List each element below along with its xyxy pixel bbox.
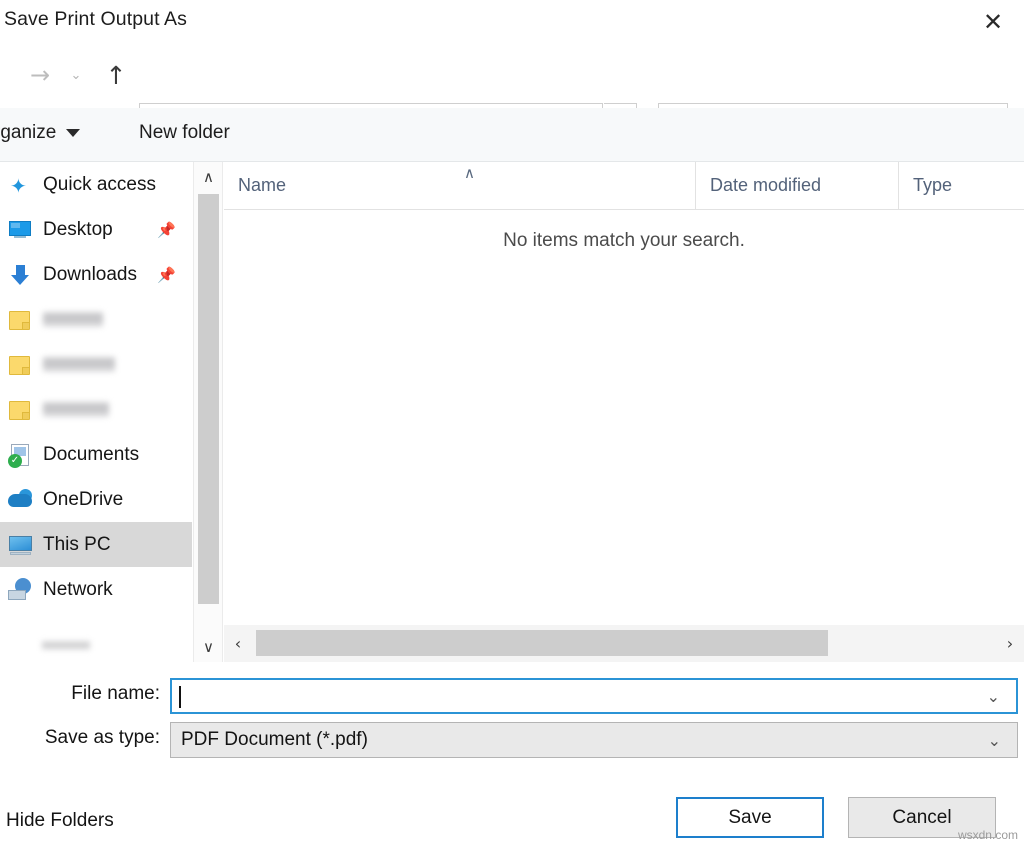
new-folder-label: New folder [139, 122, 230, 143]
arrow-up-icon: ↑ [106, 63, 127, 88]
command-bar: rganize New folder ? [0, 108, 1024, 162]
onedrive-icon [8, 487, 34, 513]
sidebar-item-label: Desktop [43, 219, 113, 241]
title-bar: Save Print Output As ✕ [0, 0, 1024, 46]
organize-label: rganize [0, 122, 56, 144]
scroll-up-button[interactable]: ∧ [194, 162, 223, 192]
chevron-down-icon [66, 129, 80, 137]
sidebar-item-redacted-folder[interactable] [0, 297, 192, 342]
sidebar-item-label: This PC [43, 534, 111, 556]
hide-folders-button[interactable]: Hide Folders [6, 810, 114, 832]
sidebar-item-label: Downloads [43, 264, 137, 286]
save-as-type-label: Save as type: [0, 727, 160, 749]
column-header-type[interactable]: Type [898, 162, 1024, 209]
recent-locations-button[interactable]: ⌄ [62, 55, 90, 95]
redacted-label [43, 402, 109, 417]
up-button[interactable]: ↑ [96, 55, 136, 95]
folder-icon [8, 352, 34, 378]
redacted-label [43, 357, 115, 372]
scroll-left-button[interactable]: ‹ [224, 625, 252, 661]
navigation-pane: ✦ Quick access Desktop 📌 Downloads 📌 ✓ D… [0, 162, 192, 662]
column-header-date-modified[interactable]: Date modified [695, 162, 898, 209]
column-header-row: Name ∧ Date modified Type [224, 162, 1024, 210]
star-icon: ✦ [8, 172, 34, 198]
new-folder-button[interactable]: New folder [139, 122, 230, 144]
sidebar-item-this-pc[interactable]: This PC [0, 522, 192, 567]
sidebar-item-downloads[interactable]: Downloads 📌 [0, 252, 192, 297]
sidebar-item-partial-icon [10, 636, 32, 650]
save-button[interactable]: Save [676, 797, 824, 838]
sidebar-item-documents[interactable]: ✓ Documents [0, 432, 192, 477]
file-name-input[interactable]: ⌄ [170, 678, 1018, 714]
save-as-type-select[interactable]: PDF Document (*.pdf) ⌄ [170, 722, 1018, 758]
organize-button[interactable]: rganize [0, 122, 80, 144]
sidebar-item-label: Documents [43, 444, 139, 466]
folder-icon [8, 397, 34, 423]
text-cursor [179, 686, 181, 708]
folder-icon [8, 307, 34, 333]
chevron-down-icon[interactable]: ⌄ [987, 687, 1000, 706]
scrollbar-thumb[interactable] [198, 194, 219, 604]
download-icon [8, 262, 34, 288]
navigation-bar: → ⌄ ↑ › This PC › Desktop ⌄ ↻ [0, 46, 1024, 104]
chevron-down-icon: ⌄ [71, 69, 82, 82]
sidebar-item-label: Quick access [43, 174, 156, 196]
scroll-down-button[interactable]: ∨ [194, 632, 223, 662]
sidebar-item-redacted-folder[interactable] [0, 342, 192, 387]
redacted-label [43, 312, 103, 327]
sidebar-item-onedrive[interactable]: OneDrive [0, 477, 192, 522]
pin-icon: 📌 [157, 266, 176, 284]
chevron-down-icon[interactable]: ⌄ [988, 731, 1001, 750]
scroll-right-button[interactable]: › [996, 625, 1024, 661]
sidebar-item-quick-access[interactable]: ✦ Quick access [0, 162, 192, 207]
window-title: Save Print Output As [4, 8, 187, 31]
desktop-icon [8, 217, 34, 243]
save-as-type-value: PDF Document (*.pdf) [181, 729, 368, 751]
file-list-pane: Name ∧ Date modified Type No items match… [224, 162, 1024, 662]
network-icon [8, 577, 34, 603]
forward-button[interactable]: → [20, 55, 60, 95]
arrow-right-icon: → [30, 63, 50, 87]
sidebar-item-partial-label [42, 641, 90, 650]
sidebar-scrollbar[interactable]: ∧ ∨ [193, 162, 223, 662]
sidebar-item-label: OneDrive [43, 489, 123, 511]
scrollbar-thumb[interactable] [256, 630, 828, 656]
sort-ascending-icon: ∧ [464, 164, 475, 182]
empty-list-message: No items match your search. [224, 230, 1024, 252]
watermark: wsxdn.com [958, 828, 1018, 842]
file-name-label: File name: [0, 683, 160, 705]
save-form: File name: ⌄ Save as type: PDF Document … [0, 665, 1024, 783]
file-list-horizontal-scrollbar[interactable]: ‹ › [224, 625, 1024, 662]
dialog-footer: Hide Folders Save Cancel wsxdn.com [0, 783, 1024, 844]
close-button[interactable]: ✕ [962, 0, 1024, 44]
close-icon: ✕ [983, 10, 1003, 34]
sidebar-item-network[interactable]: Network [0, 567, 192, 612]
column-header-name[interactable]: Name ∧ [224, 162, 695, 209]
sidebar-item-label: Network [43, 579, 113, 601]
this-pc-icon [8, 532, 34, 558]
sidebar-item-redacted-folder[interactable] [0, 387, 192, 432]
pin-icon: 📌 [157, 221, 176, 239]
documents-icon: ✓ [8, 442, 34, 468]
sidebar-item-desktop[interactable]: Desktop 📌 [0, 207, 192, 252]
